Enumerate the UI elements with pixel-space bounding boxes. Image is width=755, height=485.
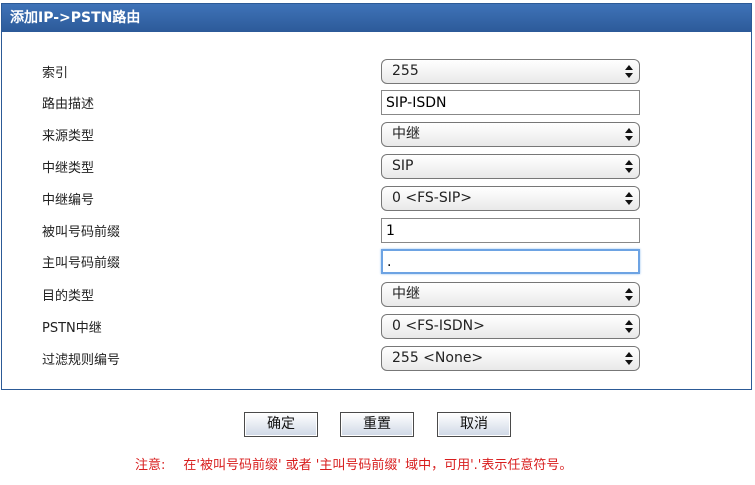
index-label: 索引 — [42, 66, 69, 81]
note-message: 在'被叫号码前缀' 或者 '主叫号码前缀' 域中，可用'.'表示任意符号。 — [183, 458, 573, 473]
called-prefix-input[interactable] — [381, 218, 640, 243]
trunk-type-label: 中继类型 — [42, 161, 95, 176]
destination-type-label: 目的类型 — [42, 289, 95, 304]
form-row-called-prefix: 被叫号码前缀 — [42, 218, 642, 244]
ok-button[interactable]: 确定 — [244, 412, 318, 437]
select-arrows-icon — [624, 158, 634, 175]
select-arrows-icon — [624, 318, 634, 335]
caller-prefix-label: 主叫号码前缀 — [42, 256, 121, 271]
trunk-number-label: 中继编号 — [42, 193, 95, 208]
select-arrows-icon — [624, 63, 634, 80]
source-type-select-value: 中继 — [392, 126, 420, 142]
route-description-input[interactable] — [381, 90, 640, 115]
called-prefix-label: 被叫号码前缀 — [42, 225, 121, 240]
form-row-route-description: 路由描述 — [42, 90, 642, 116]
note-text: 注意: 在'被叫号码前缀' 或者 '主叫号码前缀' 域中，可用'.'表示任意符号。 — [135, 454, 572, 473]
reset-button[interactable]: 重置 — [340, 412, 414, 437]
form-row-index: 索引 255 — [42, 59, 642, 85]
pstn-trunk-label: PSTN中继 — [42, 321, 102, 336]
trunk-number-select-value: 0 <FS-SIP> — [392, 190, 473, 206]
destination-type-select[interactable]: 中继 — [381, 282, 640, 307]
pstn-trunk-select-value: 0 <FS-ISDN> — [392, 318, 485, 334]
panel-title: 添加IP->PSTN路由 — [2, 4, 751, 32]
form-row-filter-rule: 过滤规则编号 255 <None> — [42, 346, 642, 372]
route-form-panel: 添加IP->PSTN路由 索引 255 路由描述 来源类型 中继 中继类型 SI… — [1, 3, 752, 390]
cancel-button[interactable]: 取消 — [437, 412, 511, 437]
form-row-pstn-trunk: PSTN中继 0 <FS-ISDN> — [42, 314, 642, 340]
form-row-trunk-type: 中继类型 SIP — [42, 154, 642, 180]
filter-rule-label: 过滤规则编号 — [42, 353, 121, 368]
form-row-destination-type: 目的类型 中继 — [42, 282, 642, 308]
destination-type-select-value: 中继 — [392, 286, 420, 302]
select-arrows-icon — [624, 286, 634, 303]
pstn-trunk-select[interactable]: 0 <FS-ISDN> — [381, 314, 640, 339]
form-row-source-type: 来源类型 中继 — [42, 122, 642, 148]
index-select[interactable]: 255 — [381, 59, 640, 84]
select-arrows-icon — [624, 190, 634, 207]
trunk-type-select[interactable]: SIP — [381, 154, 640, 179]
form-row-caller-prefix: 主叫号码前缀 — [42, 249, 642, 275]
source-type-label: 来源类型 — [42, 129, 95, 144]
caller-prefix-input[interactable] — [381, 249, 640, 274]
form-row-trunk-number: 中继编号 0 <FS-SIP> — [42, 186, 642, 212]
trunk-type-select-value: SIP — [392, 158, 414, 174]
route-description-label: 路由描述 — [42, 97, 95, 112]
filter-rule-select[interactable]: 255 <None> — [381, 346, 640, 371]
select-arrows-icon — [624, 350, 634, 367]
trunk-number-select[interactable]: 0 <FS-SIP> — [381, 186, 640, 211]
select-arrows-icon — [624, 126, 634, 143]
index-select-value: 255 — [392, 63, 419, 79]
note-prefix: 注意: — [135, 458, 166, 473]
source-type-select[interactable]: 中继 — [381, 122, 640, 147]
filter-rule-select-value: 255 <None> — [392, 350, 484, 366]
